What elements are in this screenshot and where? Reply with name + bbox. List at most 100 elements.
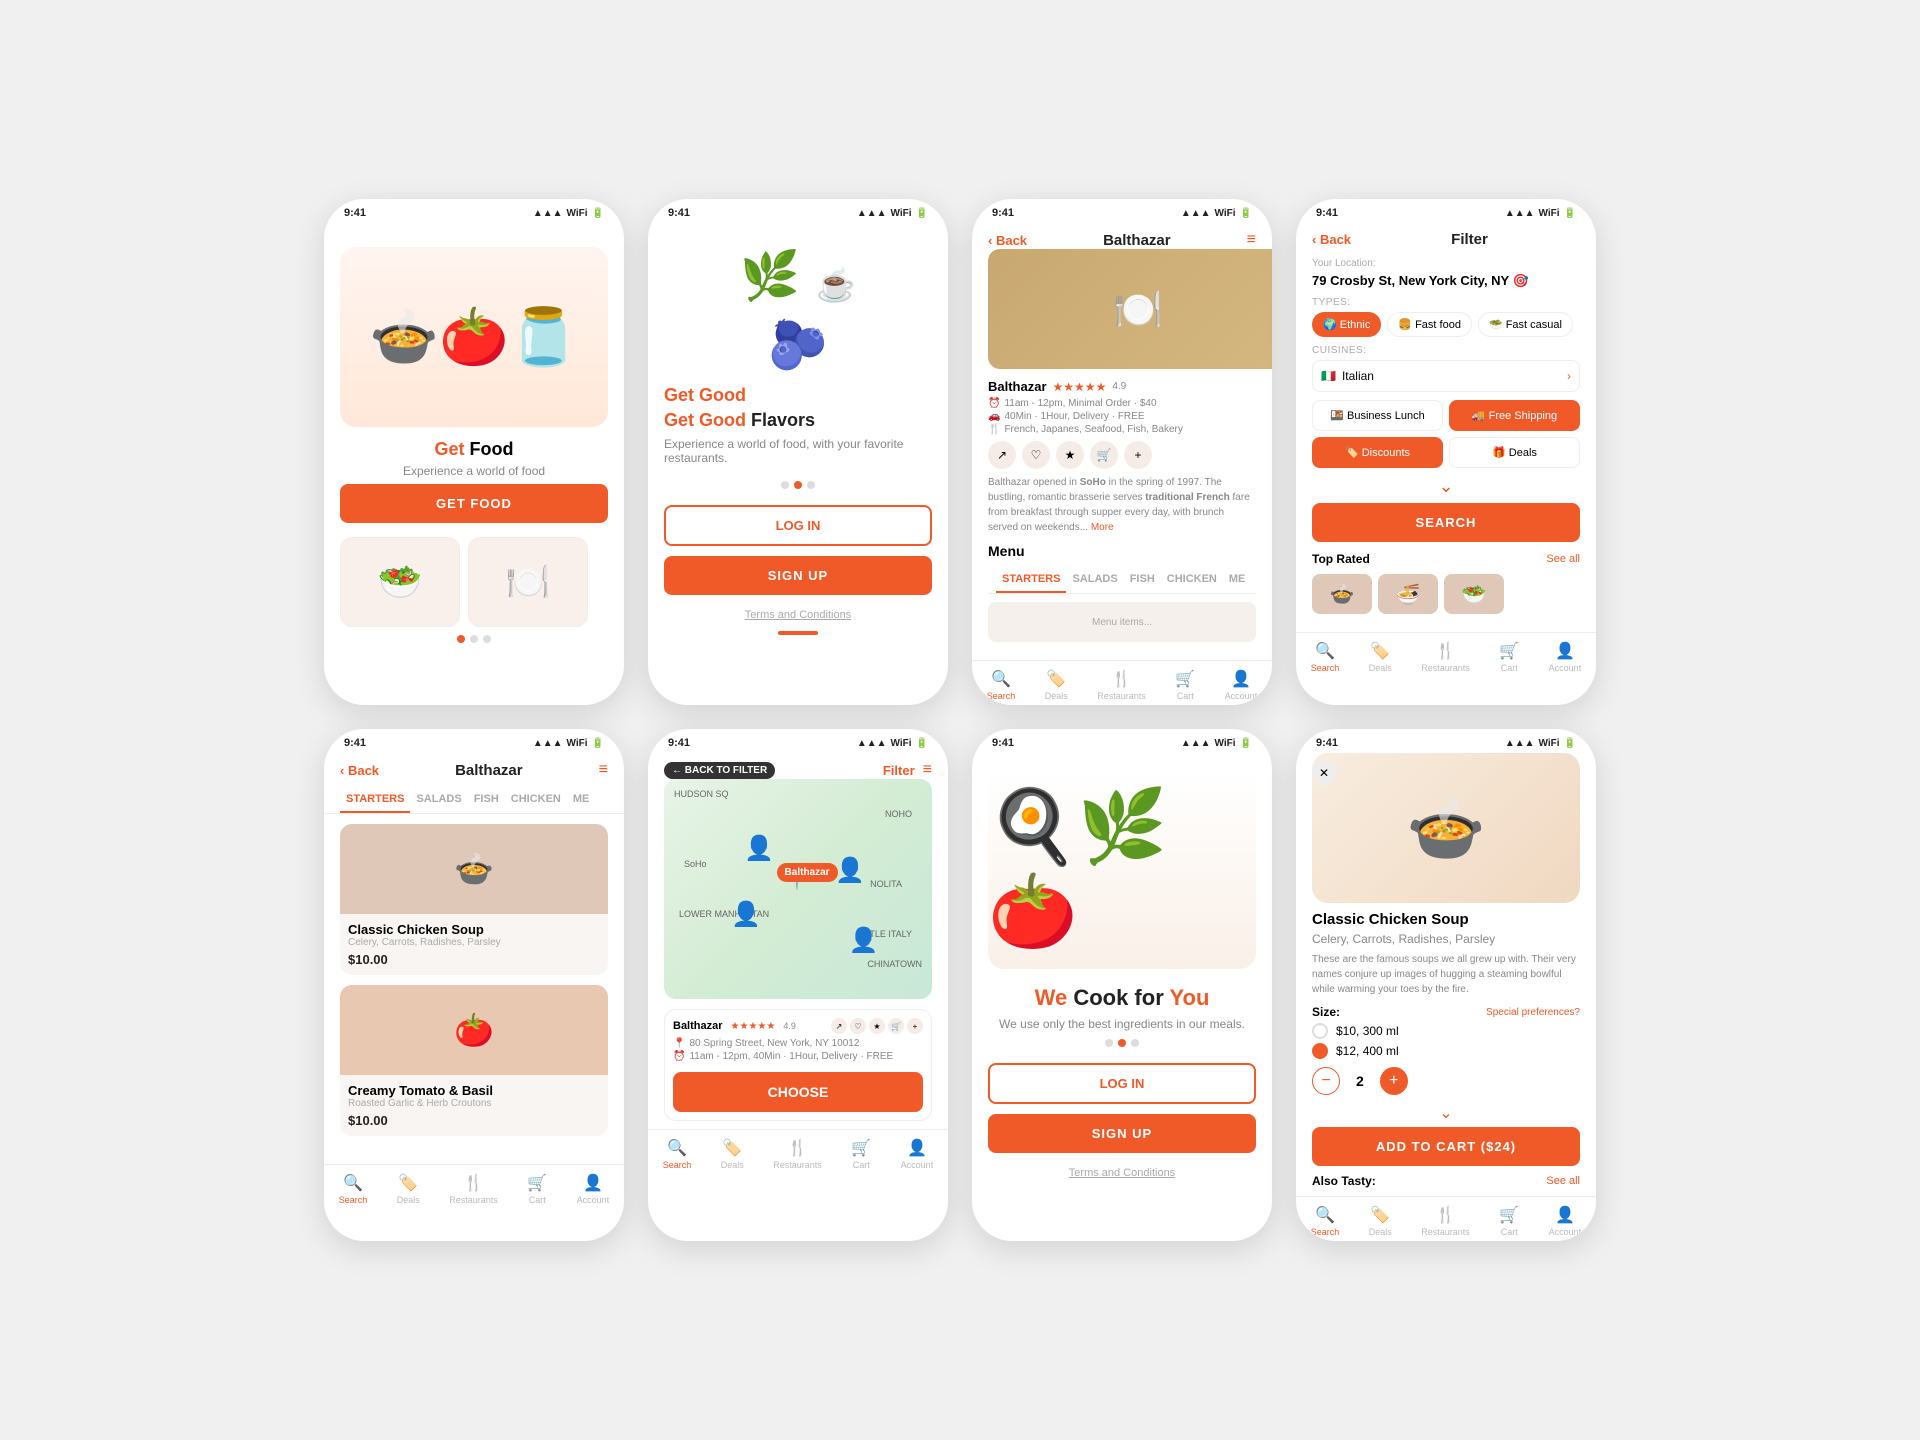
add-to-cart-button[interactable]: ADD TO CART ($24)	[1312, 1127, 1580, 1166]
qty-value: 2	[1356, 1073, 1364, 1089]
cuisine-selector[interactable]: 🇮🇹 Italian ›	[1312, 360, 1580, 392]
expand-icon[interactable]: ⌄	[1312, 476, 1580, 497]
back-btn-5[interactable]: ‹ Back	[340, 763, 379, 778]
cuisine-value: Italian	[1342, 369, 1374, 383]
nav-search-4[interactable]: 🔍Search	[1311, 641, 1340, 673]
tab-me[interactable]: ME	[1223, 567, 1252, 593]
type-fastcasual[interactable]: 🥗 Fast casual	[1478, 312, 1573, 337]
size-option-1[interactable]: $10, 300 ml	[1312, 1023, 1580, 1039]
nav-acct-8[interactable]: 👤Account	[1549, 1205, 1582, 1237]
star-icon[interactable]: ★	[1056, 441, 1084, 469]
nav-rest-6[interactable]: 🍴Restaurants	[773, 1138, 822, 1170]
share-icon[interactable]: ↗	[988, 441, 1016, 469]
name-rating-row: Balthazar ★★★★★ 4.9	[988, 379, 1256, 394]
special-pref-link[interactable]: Special preferences?	[1486, 1007, 1580, 1018]
tab-fish[interactable]: FISH	[1124, 567, 1161, 593]
tab-fish-5[interactable]: FISH	[468, 787, 505, 813]
login-button-7[interactable]: LOG IN	[988, 1063, 1256, 1104]
menu-tabs-5[interactable]: STARTERS SALADS FISH CHICKEN ME	[324, 787, 624, 814]
nav-acct-5[interactable]: 👤Account	[577, 1173, 610, 1205]
terms-text[interactable]: Terms and Conditions	[745, 609, 851, 621]
status-icons-6: ▲▲▲WiFi🔋	[857, 738, 928, 749]
action-dot-3[interactable]: ★	[869, 1018, 885, 1034]
bottom-nav-4: 🔍Search 🏷️Deals 🍴Restaurants 🛒Cart 👤Acco…	[1296, 632, 1596, 677]
back-nav-5: ‹ Back Balthazar ≡	[324, 753, 624, 779]
more-link[interactable]: More	[1091, 522, 1114, 533]
nav-rest-4[interactable]: 🍴Restaurants	[1421, 641, 1470, 673]
nav-search-3[interactable]: 🔍Search	[987, 669, 1016, 701]
nav-deals-6[interactable]: 🏷️Deals	[721, 1138, 744, 1170]
qty-decrease[interactable]: −	[1312, 1067, 1340, 1095]
signup-button[interactable]: SIGN UP	[664, 556, 932, 595]
nav-cart-4[interactable]: 🛒Cart	[1499, 641, 1519, 673]
nav-search-5[interactable]: 🔍Search	[339, 1173, 368, 1205]
see-all-link-4[interactable]: See all	[1546, 553, 1580, 565]
map-view[interactable]: HUDSON SQ NOHO SoHo NOLITA LOWER MANHATT…	[664, 779, 932, 999]
nav-search-6[interactable]: 🔍Search	[663, 1138, 692, 1170]
nav-restaurants-3[interactable]: 🍴Restaurants	[1097, 669, 1146, 701]
tab-chicken-5[interactable]: CHICKEN	[505, 787, 567, 813]
heart-icon[interactable]: ♡	[1022, 441, 1050, 469]
back-btn-4[interactable]: ‹ Back	[1312, 232, 1351, 247]
tab-salads[interactable]: SALADS	[1066, 567, 1123, 593]
see-all-link-8[interactable]: See all	[1546, 1175, 1580, 1187]
action-dot-4[interactable]: 🛒	[888, 1018, 904, 1034]
nav-deals-5[interactable]: 🏷️Deals	[397, 1173, 420, 1205]
add-icon[interactable]: +	[1124, 441, 1152, 469]
get-food-title-get: Get	[435, 439, 470, 459]
flavors-subtitle: Experience a world of food, with your fa…	[664, 437, 932, 465]
type-fastfood[interactable]: 🍔 Fast food	[1387, 312, 1472, 337]
login-button[interactable]: LOG IN	[664, 505, 932, 546]
filter-icon-6[interactable]: ≡	[923, 761, 932, 779]
nav-cart-8[interactable]: 🛒Cart	[1499, 1205, 1519, 1237]
action-dot-2[interactable]: ♡	[850, 1018, 866, 1034]
avatar-pin-2: 👤	[835, 856, 865, 885]
type-ethnic[interactable]: 🌍 Ethnic	[1312, 312, 1381, 337]
nav-deals-4[interactable]: 🏷️Deals	[1369, 641, 1392, 673]
tab-chicken[interactable]: CHICKEN	[1161, 567, 1223, 593]
filter-icon-5[interactable]: ≡	[599, 761, 608, 779]
menu-tabs-3[interactable]: STARTERS SALADS FISH CHICKEN ME	[988, 567, 1256, 594]
nav-cart-6[interactable]: 🛒Cart	[851, 1138, 871, 1170]
nav-rest-8[interactable]: 🍴Restaurants	[1421, 1205, 1470, 1237]
back-to-filter-btn[interactable]: ← BACK TO FILTER	[664, 762, 775, 779]
tab-starters[interactable]: STARTERS	[996, 567, 1066, 593]
nav-cart-5[interactable]: 🛒Cart	[527, 1173, 547, 1205]
feature-business-lunch[interactable]: 🍱 Business Lunch	[1312, 400, 1443, 431]
nav-deals-8[interactable]: 🏷️Deals	[1369, 1205, 1392, 1237]
terms-link-7[interactable]: Terms and Conditions	[1069, 1167, 1175, 1179]
tab-salads-5[interactable]: SALADS	[410, 787, 467, 813]
list-item[interactable]: 🍲 Classic Chicken Soup Celery, Carrots, …	[340, 824, 608, 975]
nav-search-8[interactable]: 🔍Search	[1311, 1205, 1340, 1237]
choose-button[interactable]: CHOOSE	[673, 1072, 923, 1112]
nav-acct-4[interactable]: 👤Account	[1549, 641, 1582, 673]
avatar-pin-1: 👤	[744, 834, 774, 863]
search-button-4[interactable]: SEARCH	[1312, 503, 1580, 542]
nav-acct-6[interactable]: 👤Account	[901, 1138, 934, 1170]
tab-starters-5[interactable]: STARTERS	[340, 787, 410, 813]
phone1-body: 🍲🍅🫙 Get Food Experience a world of food …	[324, 223, 624, 705]
back-btn-3[interactable]: ‹ Back	[988, 233, 1027, 248]
tab-me-5[interactable]: ME	[567, 787, 596, 813]
qty-increase[interactable]: +	[1380, 1067, 1408, 1095]
nav-deals-3[interactable]: 🏷️Deals	[1045, 669, 1068, 701]
get-food-button[interactable]: GET FOOD	[340, 484, 608, 523]
time-4: 9:41	[1316, 207, 1338, 219]
list-item[interactable]: 🍅 Creamy Tomato & Basil Roasted Garlic &…	[340, 985, 608, 1136]
size-option-2[interactable]: $12, 400 ml	[1312, 1043, 1580, 1059]
feature-free-shipping[interactable]: 🚚 Free Shipping	[1449, 400, 1580, 431]
cart-icon[interactable]: 🛒	[1090, 441, 1118, 469]
filter-icon-3[interactable]: ≡	[1247, 231, 1256, 249]
radio-1[interactable]	[1312, 1023, 1328, 1039]
nav-account-3[interactable]: 👤Account	[1225, 669, 1258, 701]
radio-2[interactable]	[1312, 1043, 1328, 1059]
progress-bar-2	[664, 631, 932, 635]
nav-cart-3[interactable]: 🛒Cart	[1175, 669, 1195, 701]
feature-discounts[interactable]: 🏷️ Discounts	[1312, 437, 1443, 468]
action-dot-1[interactable]: ↗	[831, 1018, 847, 1034]
nav-rest-5[interactable]: 🍴Restaurants	[449, 1173, 498, 1205]
signup-button-7[interactable]: SIGN UP	[988, 1114, 1256, 1153]
action-dot-5[interactable]: +	[907, 1018, 923, 1034]
feature-deals[interactable]: 🎁 Deals	[1449, 437, 1580, 468]
close-product-btn[interactable]: ✕	[1312, 761, 1336, 785]
